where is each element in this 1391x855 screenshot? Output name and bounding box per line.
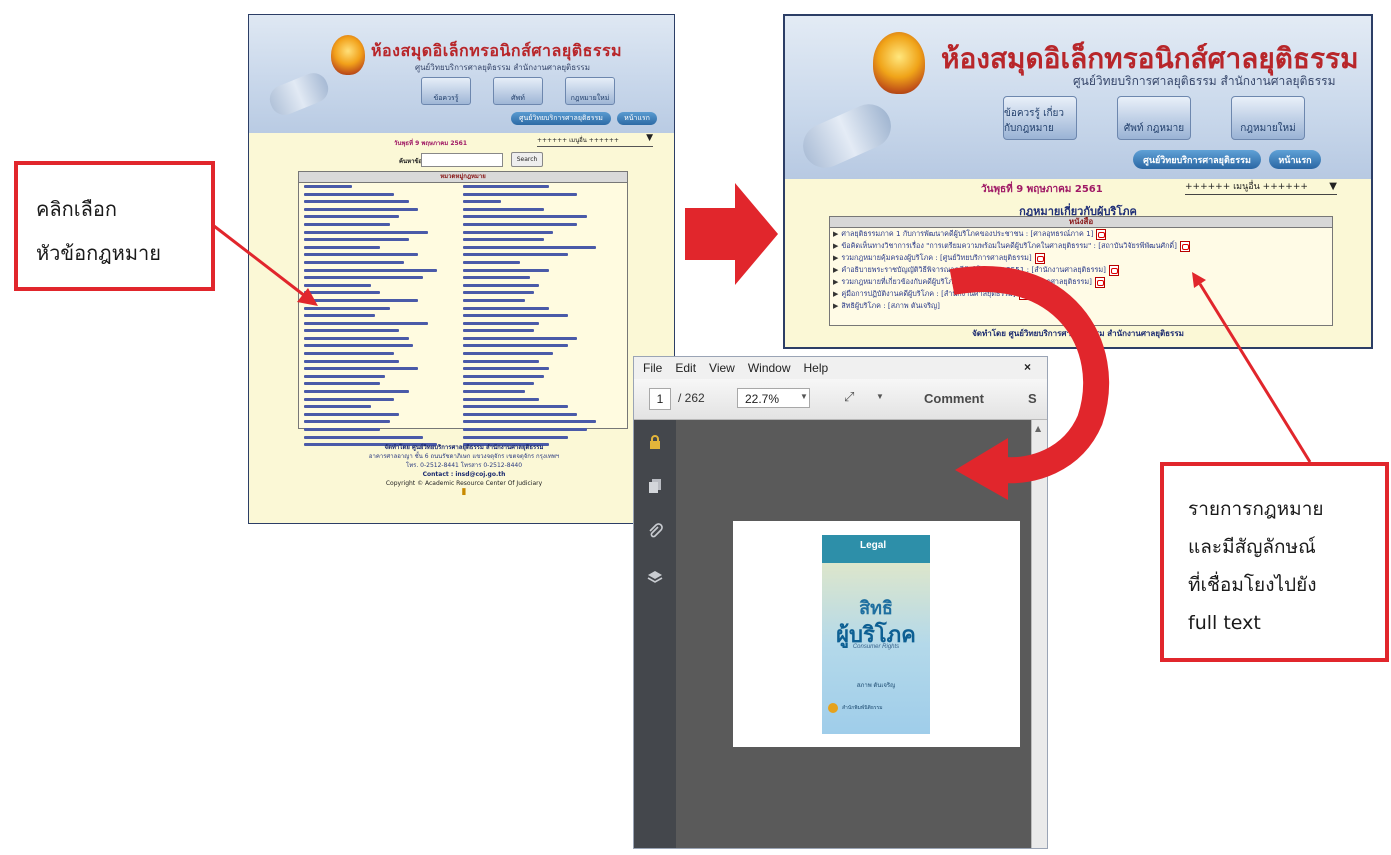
callout-line: ที่เชื่อมโยงไปยัง xyxy=(1188,574,1317,596)
curved-arrow-to-pdf xyxy=(949,266,1110,500)
callout-select-topic: คลิกเลือก หัวข้อกฎหมาย xyxy=(14,161,215,291)
pointer-arrow-right xyxy=(1192,272,1312,463)
callout-line: รายการกฎหมาย xyxy=(1188,498,1324,520)
annotation-overlay xyxy=(213,183,1312,500)
pointer-arrow-left xyxy=(213,224,318,306)
callout-line: full text xyxy=(1188,612,1261,634)
callout-line: คลิกเลือก xyxy=(36,197,117,221)
callout-line: และมีสัญลักษณ์ xyxy=(1188,536,1316,558)
flow-arrow-right xyxy=(685,183,778,285)
callout-line: หัวข้อกฎหมาย xyxy=(36,241,161,265)
callout-law-list-fulltext: รายการกฎหมาย และมีสัญลักษณ์ ที่เชื่อมโยง… xyxy=(1160,462,1389,662)
